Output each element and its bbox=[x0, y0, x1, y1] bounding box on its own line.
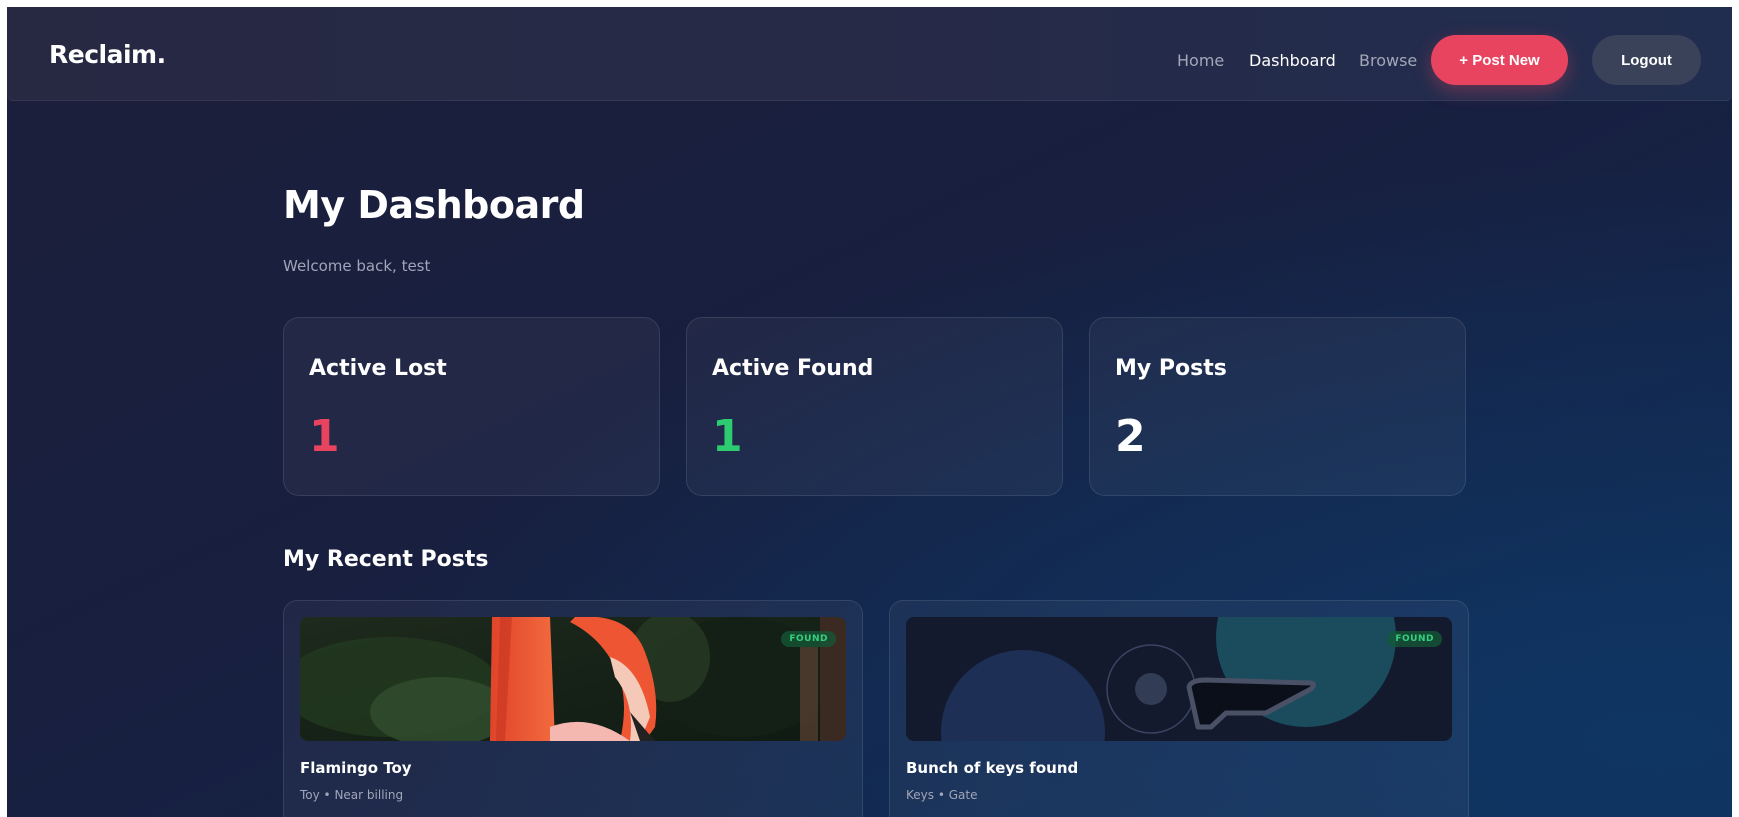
post-meta: Keys • Gate bbox=[906, 788, 978, 802]
stat-value: 2 bbox=[1115, 411, 1146, 462]
page-title: My Dashboard bbox=[283, 183, 585, 227]
recent-posts-heading: My Recent Posts bbox=[283, 547, 489, 572]
post-new-button[interactable]: + Post New bbox=[1431, 35, 1568, 85]
stat-card-my-posts: My Posts 2 bbox=[1089, 317, 1466, 496]
stat-value: 1 bbox=[309, 411, 340, 462]
status-badge: FOUND bbox=[781, 631, 836, 647]
welcome-text: Welcome back, test bbox=[283, 257, 431, 275]
stat-card-active-lost: Active Lost 1 bbox=[283, 317, 660, 496]
stat-label: Active Found bbox=[712, 356, 874, 381]
post-image-flamingo[interactable]: FOUND bbox=[300, 617, 846, 741]
keys-illustration bbox=[906, 617, 1452, 741]
app-window: Reclaim. Home Dashboard Browse + Post Ne… bbox=[7, 7, 1732, 817]
post-title[interactable]: Flamingo Toy bbox=[300, 759, 412, 777]
nav-dashboard-link[interactable]: Dashboard bbox=[1249, 51, 1336, 70]
brand-logo[interactable]: Reclaim. bbox=[49, 40, 166, 69]
flamingo-photo bbox=[300, 617, 846, 741]
status-badge: FOUND bbox=[1387, 631, 1442, 647]
post-meta: Toy • Near billing bbox=[300, 788, 404, 802]
logout-button[interactable]: Logout bbox=[1592, 35, 1701, 85]
post-card-keys[interactable]: FOUND Bunch of keys found Keys • Gate bbox=[889, 600, 1469, 817]
stat-label: Active Lost bbox=[309, 356, 447, 381]
stat-label: My Posts bbox=[1115, 356, 1227, 381]
nav-home-link[interactable]: Home bbox=[1177, 51, 1224, 70]
navbar: Reclaim. Home Dashboard Browse + Post Ne… bbox=[7, 7, 1732, 101]
post-image-keys[interactable]: FOUND bbox=[906, 617, 1452, 741]
stat-value: 1 bbox=[712, 411, 743, 462]
post-card-flamingo[interactable]: FOUND Flamingo Toy Toy • Near billing bbox=[283, 600, 863, 817]
nav-browse-link[interactable]: Browse bbox=[1359, 51, 1417, 70]
post-title[interactable]: Bunch of keys found bbox=[906, 759, 1078, 777]
stat-card-active-found: Active Found 1 bbox=[686, 317, 1063, 496]
